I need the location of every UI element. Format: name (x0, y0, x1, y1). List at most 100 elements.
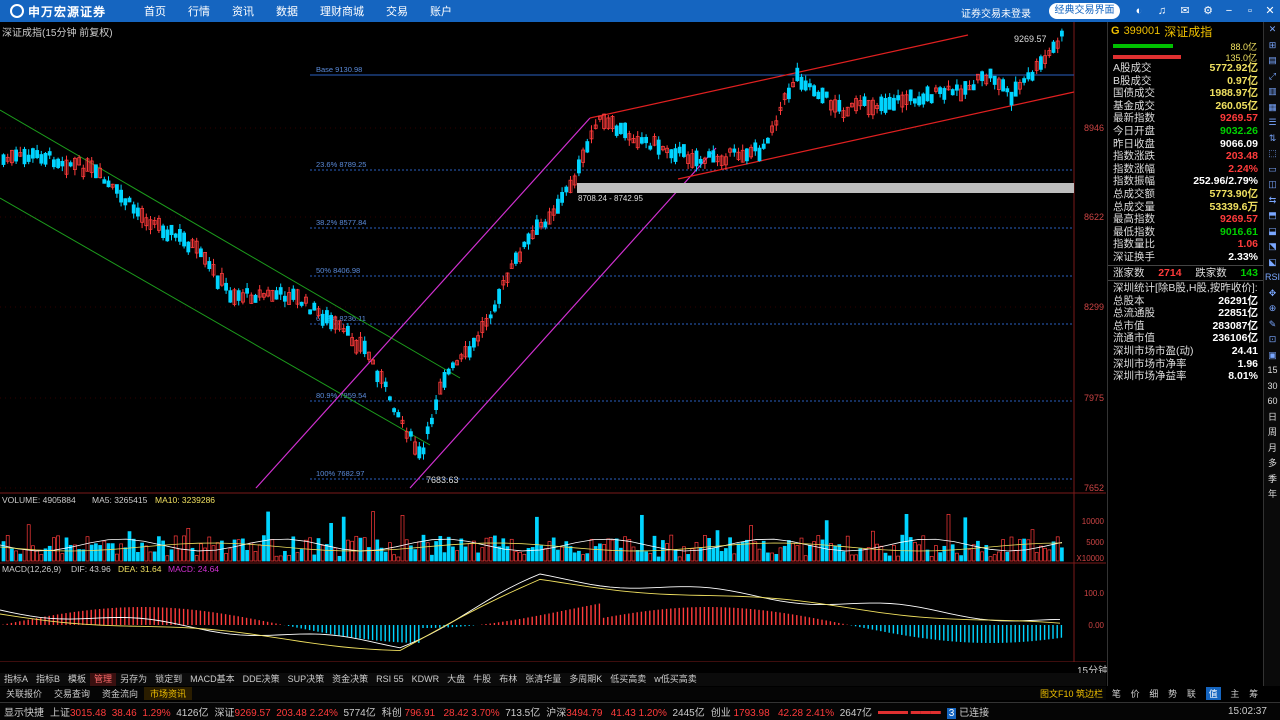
menu-quotes[interactable]: 行情 (188, 3, 210, 19)
sub-tab[interactable]: 交易查询 (48, 687, 96, 700)
tool-icon[interactable]: ⊞ (1264, 38, 1280, 54)
period-button[interactable]: 15 (1264, 363, 1280, 379)
tool-icon[interactable]: ⤢ (1264, 69, 1280, 85)
close-icon[interactable]: ✕ (1263, 4, 1277, 18)
tool-icon[interactable]: ☰ (1264, 115, 1280, 131)
tool-icon[interactable]: ▥ (1264, 84, 1280, 100)
candle-body (421, 447, 426, 455)
minimize-icon[interactable]: − (1222, 4, 1236, 18)
menu-trade[interactable]: 交易 (386, 3, 408, 19)
cy-index[interactable]: 创业 1793.98 42.28 2.41% 2647亿 (711, 704, 872, 719)
period-button[interactable]: 60 (1264, 394, 1280, 410)
macd-dea: DEA: 31.64 (118, 564, 162, 574)
right-tab[interactable]: 价 (1131, 687, 1140, 700)
period-button[interactable]: 年 (1264, 487, 1280, 503)
indicator-tab[interactable]: w低买高卖 (650, 673, 701, 686)
mail-icon[interactable]: ✉ (1178, 4, 1192, 18)
candle-body (761, 143, 766, 149)
login-status[interactable]: 证券交易未登录 (961, 5, 1031, 20)
indicator-tab[interactable]: 另存为 (116, 673, 151, 686)
indicator-tab[interactable]: MACD基本 (186, 673, 239, 686)
indicator-tab[interactable]: 指标B (32, 673, 64, 686)
settings-icon[interactable]: ⚙ (1201, 4, 1215, 18)
indicator-tab[interactable]: RSI 55 (372, 673, 408, 686)
display-fast-button[interactable]: 显示快捷 (4, 704, 44, 719)
tool-icon[interactable]: ▭ (1264, 162, 1280, 178)
headset-icon[interactable]: ♫ (1155, 4, 1169, 18)
indicator-tab[interactable]: 张清华量 (521, 673, 565, 686)
tool-icon[interactable]: ▤ (1264, 53, 1280, 69)
menu-news[interactable]: 资讯 (232, 3, 254, 19)
menu-account[interactable]: 账户 (430, 3, 452, 19)
tool-icon[interactable]: ⬚ (1264, 146, 1280, 162)
sub-tab[interactable]: 资金流向 (96, 687, 144, 700)
period-button[interactable]: 季 (1264, 472, 1280, 488)
indicator-tab[interactable]: 锁定到 (151, 673, 186, 686)
tool-icon[interactable]: ⇆ (1264, 193, 1280, 209)
tool-icon[interactable]: ⬒ (1264, 208, 1280, 224)
volume-bar (52, 537, 56, 562)
tool-icon[interactable]: ▣ (1264, 348, 1280, 364)
indicator-tab[interactable]: 牛股 (469, 673, 495, 686)
indicator-tab[interactable]: 模板 (64, 673, 90, 686)
hs-index[interactable]: 沪深3494.79 41.43 1.20% 2445亿 (546, 704, 704, 719)
quote-rows: A股成交 5772.92亿 B股成交 0.97亿 国债成交 1988.97亿 基金成交 260… (1108, 62, 1263, 264)
sub-tab[interactable]: 关联报价 (0, 687, 48, 700)
period-button[interactable]: 30 (1264, 379, 1280, 395)
indicator-tab[interactable]: DDE决策 (239, 673, 284, 686)
classic-trade-button[interactable]: 经典交易界面 (1049, 3, 1120, 19)
volume-bar (119, 543, 123, 562)
tool-icon[interactable]: ✕ (1264, 22, 1280, 38)
menu-data[interactable]: 数据 (276, 3, 298, 19)
right-tab[interactable]: 细 (1149, 687, 1158, 700)
right-tab[interactable]: 筹 (1249, 687, 1258, 700)
volume-bar (249, 542, 254, 562)
tool-icon[interactable]: RSI (1264, 270, 1280, 286)
candle-body (245, 288, 250, 294)
indicator-tab[interactable]: 管理 (90, 673, 117, 686)
tool-icon[interactable]: ▦ (1264, 100, 1280, 116)
chart-buttons[interactable]: 图文F10 筑边栏 (1040, 687, 1103, 700)
kline-chart[interactable]: 8946 8622 8299 7975 7652 Base 9130.98 23.6% 87… (0, 22, 1106, 662)
period-button[interactable]: 周 (1264, 425, 1280, 441)
tool-icon[interactable]: ✥ (1264, 286, 1280, 302)
sh-index[interactable]: 上证3015.48 38.46 1.29% 4126亿 (50, 704, 208, 719)
tool-icon[interactable]: ✎ (1264, 317, 1280, 333)
indicator-tab[interactable]: 资金决策 (328, 673, 372, 686)
menu-wealth-mall[interactable]: 理财商城 (320, 3, 364, 19)
menu-home[interactable]: 首页 (144, 3, 166, 19)
indicator-tab[interactable]: 布林 (495, 673, 521, 686)
right-tab[interactable]: 势 (1168, 687, 1177, 700)
maximize-icon[interactable]: ▫ (1243, 4, 1257, 18)
indicator-tab[interactable]: 多周期K (565, 673, 606, 686)
candle-body (824, 91, 829, 98)
indicator-tab[interactable]: 低买高卖 (606, 673, 650, 686)
kc-index[interactable]: 科创 796.91 28.42 3.70% 713.5亿 (382, 704, 540, 719)
tool-icon[interactable]: ⬓ (1264, 224, 1280, 240)
indicator-tab[interactable]: KDWR (408, 673, 444, 686)
tool-icon[interactable]: ⊡ (1264, 332, 1280, 348)
period-button[interactable]: 月 (1264, 441, 1280, 457)
indicator-tab[interactable]: 指标A (0, 673, 32, 686)
right-tab[interactable]: 联 (1187, 687, 1196, 700)
stat-row: 总股本 26291亿 (1108, 295, 1263, 308)
sz-index[interactable]: 深证9269.57 203.48 2.24% 5774亿 (214, 704, 375, 719)
tool-icon[interactable]: ⬔ (1264, 239, 1280, 255)
tool-icon[interactable]: ⬕ (1264, 255, 1280, 271)
tool-icon[interactable]: ⊕ (1264, 301, 1280, 317)
candle-body (992, 75, 997, 85)
skin-icon[interactable]: ◐ (1132, 4, 1146, 18)
right-tab[interactable]: 主 (1230, 687, 1239, 700)
tool-icon[interactable]: ◫ (1264, 177, 1280, 193)
period-button[interactable]: 多 (1264, 456, 1280, 472)
sub-tab[interactable]: 市场资讯 (144, 687, 193, 700)
right-tab[interactable]: 笔 (1112, 687, 1121, 700)
tool-icon[interactable]: ⇅ (1264, 131, 1280, 147)
candle-body (766, 137, 770, 144)
right-tab[interactable]: 值 (1205, 687, 1221, 700)
indicator-tab[interactable]: 大盘 (443, 673, 469, 686)
period-button[interactable]: 日 (1264, 410, 1280, 426)
volume-bar (262, 535, 266, 562)
indicator-tab[interactable]: SUP决策 (284, 673, 329, 686)
volume-bar (997, 551, 1001, 562)
